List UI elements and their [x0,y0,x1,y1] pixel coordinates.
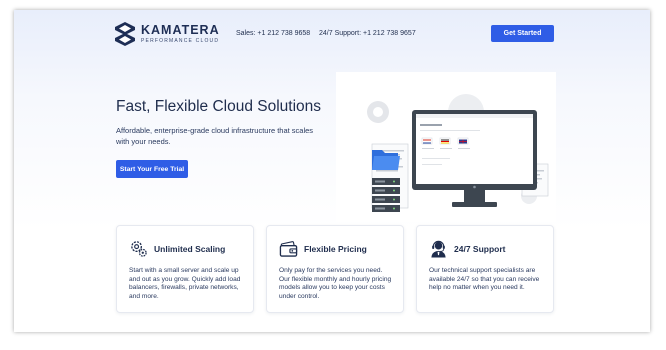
feature-text: Start with a small server and scale up a… [129,267,241,301]
feature-title: 24/7 Support [454,244,506,254]
wallet-icon [279,241,298,257]
get-started-button[interactable]: Get Started [491,25,554,42]
hero-subtitle: Affordable, enterprise-grade cloud infra… [116,126,314,146]
hero-title: Fast, Flexible Cloud Solutions [116,98,322,115]
headset-agent-icon [431,240,446,258]
feature-card-support: 24/7 Support Our technical support speci… [416,225,554,313]
brand-logo[interactable]: KAMATERA PERFORMANCE CLOUD [114,22,220,46]
feature-text: Only pay for the services you need. Our … [279,267,392,301]
sales-phone[interactable]: Sales: +1 212 738 9658 [236,30,310,37]
cloud-dashboard-illustration [336,72,556,222]
free-trial-button[interactable]: Start Your Free Trial [116,160,188,178]
feature-title: Unlimited Scaling [154,244,226,254]
feature-card-scaling: Unlimited Scaling Start with a small ser… [116,225,254,313]
page-frame: KAMATERA PERFORMANCE CLOUD Sales: +1 212… [14,10,650,332]
gears-icon [131,241,147,257]
brand-tagline: PERFORMANCE CLOUD [141,37,220,44]
feature-title: Flexible Pricing [304,244,367,254]
kamatera-logo-icon [115,22,135,46]
feature-card-pricing: Flexible Pricing Only pay for the servic… [266,225,404,313]
brand-name: KAMATERA [141,23,220,38]
support-phone[interactable]: 24/7 Support: +1 212 738 9657 [319,30,416,37]
feature-text: Our technical support specialists are av… [429,267,540,292]
